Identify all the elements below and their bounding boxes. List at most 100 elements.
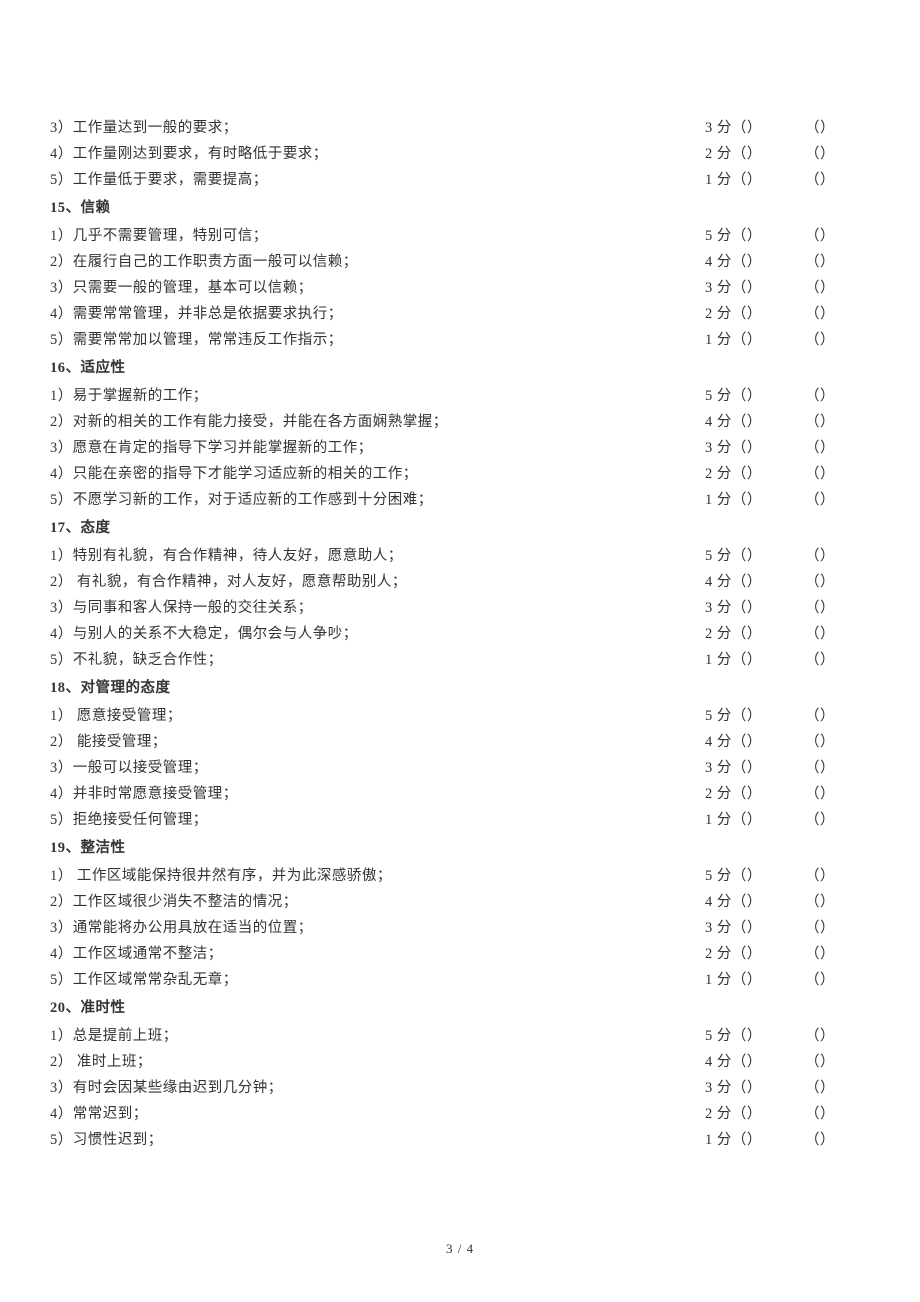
paren-close: ） — [820, 332, 835, 348]
paren-open: （ — [732, 786, 747, 802]
option-score-value: 5 分 — [705, 1028, 732, 1044]
content-body: 3）工作量达到一般的要求；3 分（）（）4）工作量刚达到要求，有时略低于要求；2… — [50, 115, 835, 1153]
option-score-value: 4 分 — [705, 254, 732, 270]
option-blank: （） — [805, 781, 835, 807]
paren-open: （ — [732, 1080, 747, 1096]
paren-close: ） — [747, 1080, 762, 1096]
option-score: 5 分（） — [705, 543, 805, 569]
option-blank: （） — [805, 647, 835, 673]
option-blank: （） — [805, 249, 835, 275]
paren-open: （ — [732, 492, 747, 508]
option-text: 4）工作量刚达到要求，有时略低于要求； — [50, 141, 705, 167]
option-blank: （） — [805, 167, 835, 193]
paren-open: （ — [732, 440, 747, 456]
option-text: 3）与同事和客人保持一般的交往关系； — [50, 595, 705, 621]
option-blank: （） — [805, 115, 835, 141]
option-text: 5）工作量低于要求，需要提高； — [50, 167, 705, 193]
option-blank: （） — [805, 409, 835, 435]
option-score: 3 分（） — [705, 115, 805, 141]
paren-open: （ — [732, 946, 747, 962]
paren-close: ） — [747, 466, 762, 482]
paren-close: ） — [747, 920, 762, 936]
option-score-value: 5 分 — [705, 708, 732, 724]
option-score-value: 1 分 — [705, 652, 732, 668]
option-text: 4）常常迟到； — [50, 1101, 705, 1127]
option-score: 1 分（） — [705, 967, 805, 993]
option-text: 1） 工作区域能保持很井然有序，并为此深感骄傲； — [50, 863, 705, 889]
paren-close: ） — [747, 626, 762, 642]
option-score-value: 1 分 — [705, 972, 732, 988]
paren-open: （ — [732, 574, 747, 590]
paren-open: （ — [732, 306, 747, 322]
option-row: 1）特别有礼貌，有合作精神，待人友好，愿意助人；5 分（）（） — [50, 543, 835, 569]
option-row: 2）在履行自己的工作职责方面一般可以信赖；4 分（）（） — [50, 249, 835, 275]
option-score: 3 分（） — [705, 275, 805, 301]
paren-close: ） — [747, 332, 762, 348]
paren-close: ） — [747, 146, 762, 162]
option-score-value: 4 分 — [705, 734, 732, 750]
section-heading: 19、整洁性 — [50, 835, 835, 861]
section-heading-text: 18、对管理的态度 — [50, 675, 835, 701]
option-score-value: 1 分 — [705, 1132, 732, 1148]
option-row: 4）工作量刚达到要求，有时略低于要求；2 分（）（） — [50, 141, 835, 167]
option-score-value: 1 分 — [705, 492, 732, 508]
paren-close: ） — [747, 1106, 762, 1122]
paren-close: ） — [747, 228, 762, 244]
option-score: 1 分（） — [705, 327, 805, 353]
paren-close: ） — [747, 254, 762, 270]
option-text: 2）工作区域很少消失不整洁的情况； — [50, 889, 705, 915]
option-text: 5）需要常常加以管理，常常违反工作指示； — [50, 327, 705, 353]
option-row: 3）只需要一般的管理，基本可以信赖；3 分（）（） — [50, 275, 835, 301]
paren-close: ） — [820, 172, 835, 188]
paren-open: （ — [805, 146, 820, 162]
option-text: 1） 愿意接受管理； — [50, 703, 705, 729]
paren-open: （ — [732, 626, 747, 642]
option-row: 2）对新的相关的工作有能力接受，并能在各方面娴熟掌握；4 分（）（） — [50, 409, 835, 435]
option-row: 3）与同事和客人保持一般的交往关系；3 分（）（） — [50, 595, 835, 621]
option-row: 1）总是提前上班；5 分（）（） — [50, 1023, 835, 1049]
option-row: 5）习惯性迟到；1 分（）（） — [50, 1127, 835, 1153]
option-score-value: 3 分 — [705, 1080, 732, 1096]
paren-close: ） — [820, 760, 835, 776]
paren-open: （ — [805, 414, 820, 430]
option-row: 4）只能在亲密的指导下才能学习适应新的相关的工作；2 分（）（） — [50, 461, 835, 487]
option-blank: （） — [805, 435, 835, 461]
section-heading-text: 17、态度 — [50, 515, 835, 541]
option-text: 3）一般可以接受管理； — [50, 755, 705, 781]
paren-close: ） — [747, 414, 762, 430]
paren-open: （ — [805, 548, 820, 564]
option-row: 4）工作区域通常不整洁；2 分（）（） — [50, 941, 835, 967]
option-row: 5）不愿学习新的工作，对于适应新的工作感到十分困难；1 分（）（） — [50, 487, 835, 513]
paren-open: （ — [805, 574, 820, 590]
paren-open: （ — [805, 1080, 820, 1096]
option-row: 4）常常迟到；2 分（）（） — [50, 1101, 835, 1127]
paren-close: ） — [820, 228, 835, 244]
paren-open: （ — [805, 868, 820, 884]
paren-open: （ — [805, 760, 820, 776]
option-text: 1）几乎不需要管理，特别可信； — [50, 223, 705, 249]
paren-close: ） — [747, 574, 762, 590]
option-text: 1）总是提前上班； — [50, 1023, 705, 1049]
paren-open: （ — [805, 812, 820, 828]
paren-open: （ — [805, 946, 820, 962]
option-text: 1）特别有礼貌，有合作精神，待人友好，愿意助人； — [50, 543, 705, 569]
paren-close: ） — [820, 600, 835, 616]
paren-close: ） — [820, 466, 835, 482]
option-blank: （） — [805, 807, 835, 833]
option-text: 4）只能在亲密的指导下才能学习适应新的相关的工作； — [50, 461, 705, 487]
option-blank: （） — [805, 569, 835, 595]
option-row: 5）工作量低于要求，需要提高；1 分（）（） — [50, 167, 835, 193]
option-score-value: 3 分 — [705, 280, 732, 296]
option-row: 4）需要常常管理，并非总是依据要求执行；2 分（）（） — [50, 301, 835, 327]
option-text: 4）并非时常愿意接受管理； — [50, 781, 705, 807]
option-blank: （） — [805, 703, 835, 729]
paren-open: （ — [732, 146, 747, 162]
paren-close: ） — [820, 440, 835, 456]
option-blank: （） — [805, 487, 835, 513]
option-score: 1 分（） — [705, 487, 805, 513]
option-row: 3）通常能将办公用具放在适当的位置；3 分（）（） — [50, 915, 835, 941]
paren-open: （ — [732, 734, 747, 750]
paren-open: （ — [732, 708, 747, 724]
paren-open: （ — [732, 600, 747, 616]
paren-open: （ — [732, 812, 747, 828]
